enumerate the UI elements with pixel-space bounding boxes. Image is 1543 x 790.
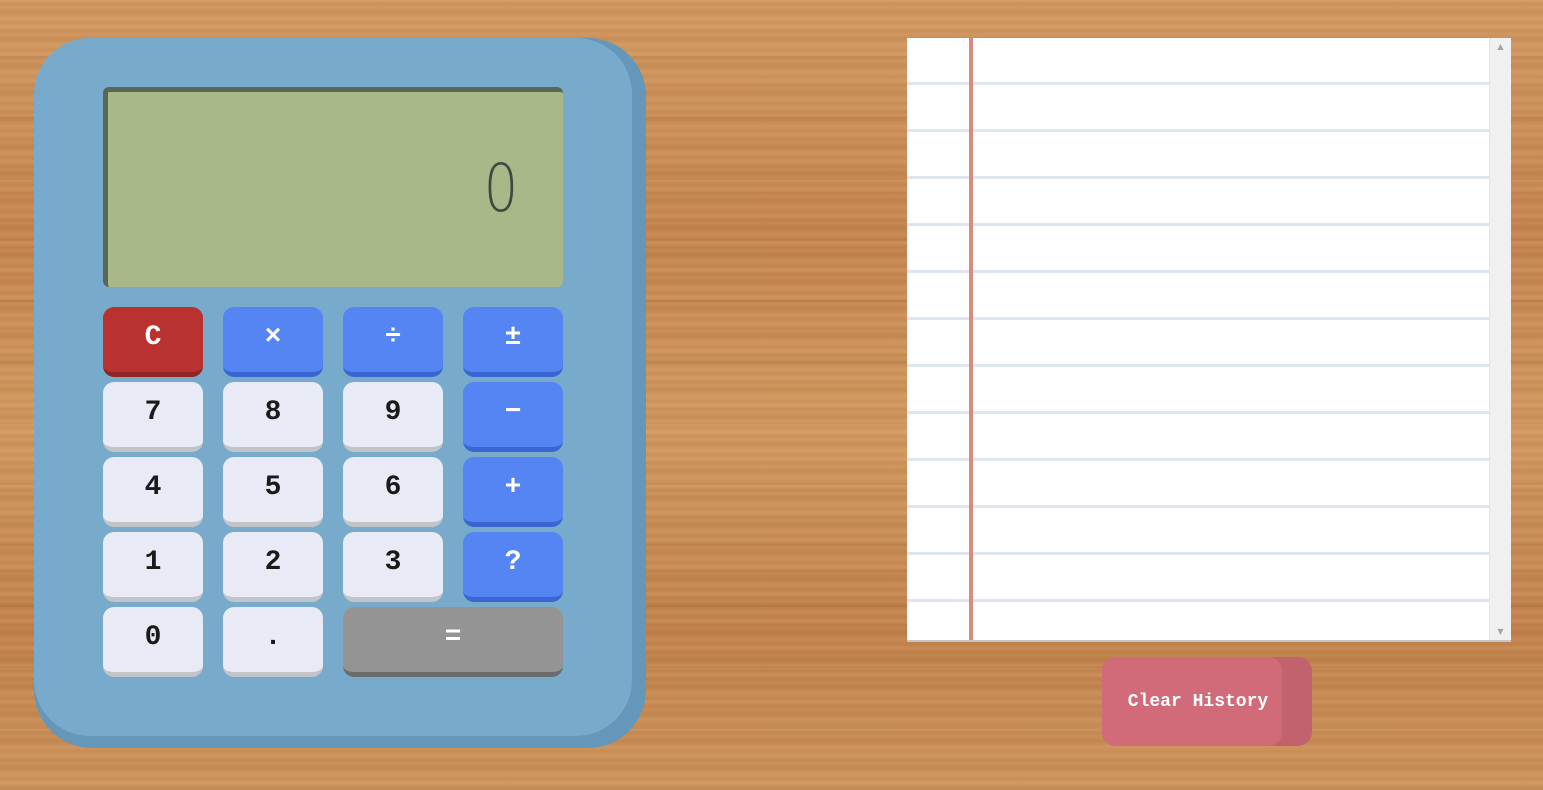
three-key[interactable]: 3 [343,532,443,602]
divide-key[interactable]: ÷ [343,307,443,377]
three-key-label: 3 [384,547,402,578]
unknown-function-key-label: ? [504,547,522,578]
decimal-key[interactable]: . [223,607,323,677]
zero-key[interactable]: 0 [103,607,203,677]
multiply-key-label: × [264,322,282,353]
four-key-label: 4 [144,472,162,503]
one-key-label: 1 [144,547,162,578]
zero-key-label: 0 [144,622,162,653]
two-key[interactable]: 2 [223,532,323,602]
clear-key[interactable]: C [103,307,203,377]
calculator-display: 0 [103,87,563,287]
eight-key-label: 8 [264,397,282,428]
notepad-ruled-lines [907,38,1490,640]
display-value-text: 0 [483,149,519,227]
decimal-key-label: . [264,622,282,653]
scroll-down-arrow-icon[interactable]: ▼ [1490,623,1511,640]
two-key-label: 2 [264,547,282,578]
history-scrollbar[interactable]: ▲ ▼ [1489,38,1511,640]
five-key-label: 5 [264,472,282,503]
four-key[interactable]: 4 [103,457,203,527]
six-key[interactable]: 6 [343,457,443,527]
minus-key-label: − [504,397,522,428]
plus-minus-key-label: ± [504,322,522,353]
nine-key[interactable]: 9 [343,382,443,452]
multiply-key[interactable]: × [223,307,323,377]
nine-key-label: 9 [384,397,402,428]
divide-key-label: ÷ [384,322,402,353]
seven-key[interactable]: 7 [103,382,203,452]
notepad-margin-line [969,38,973,640]
plus-key[interactable]: + [463,457,563,527]
six-key-label: 6 [384,472,402,503]
five-key[interactable]: 5 [223,457,323,527]
one-key[interactable]: 1 [103,532,203,602]
eight-key[interactable]: 8 [223,382,323,452]
clear-history-label: Clear History [1127,691,1269,712]
unknown-function-key[interactable]: ? [463,532,563,602]
seven-key-label: 7 [144,397,162,428]
history-notepad[interactable]: ▲ ▼ [907,38,1511,640]
clear-key-label: C [144,322,162,353]
scroll-up-arrow-icon[interactable]: ▲ [1490,38,1511,55]
equals-key[interactable]: = [343,607,563,677]
minus-key[interactable]: − [463,382,563,452]
plus-key-label: + [504,472,522,503]
plus-minus-key[interactable]: ± [463,307,563,377]
clear-history-button[interactable]: Clear History [1102,657,1312,746]
display-value: 0 [476,149,519,226]
equals-key-label: = [444,622,462,653]
